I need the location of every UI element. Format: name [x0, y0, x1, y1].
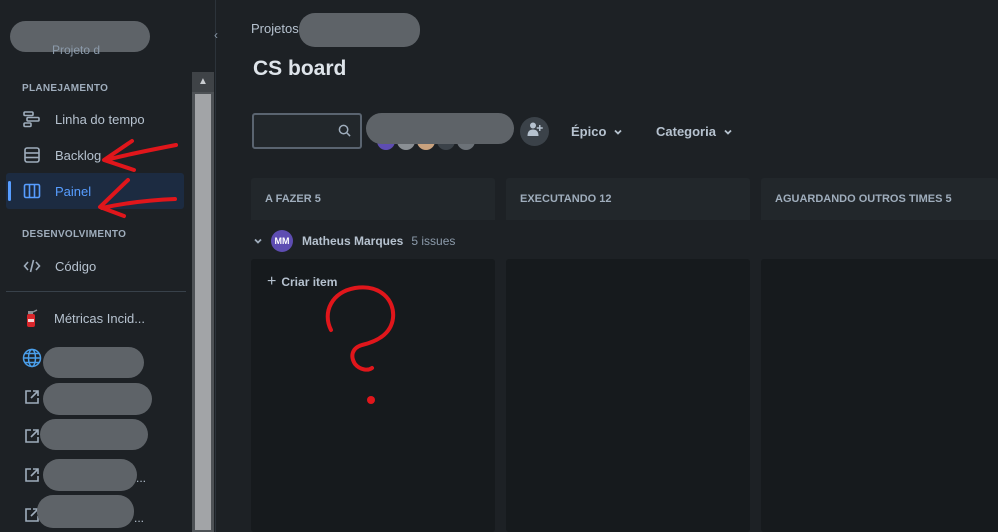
board-icon	[22, 181, 42, 201]
truncation-ellipsis: ...	[134, 511, 145, 525]
column-header-waiting[interactable]: AGUARDANDO OUTROS TIMES 5	[761, 178, 998, 220]
timeline-icon	[22, 109, 42, 129]
create-item-label: Criar item	[281, 275, 338, 289]
add-user-icon	[527, 121, 543, 142]
external-link-icon	[22, 465, 42, 485]
column-body-waiting	[761, 259, 998, 532]
chevron-down-icon[interactable]	[253, 236, 263, 246]
section-planning: PLANEJAMENTO	[22, 83, 109, 94]
add-people-button[interactable]	[520, 117, 549, 146]
sidebar-item-label: Código	[55, 258, 97, 274]
chevron-down-icon	[724, 129, 732, 135]
filter-epic-label: Épico	[571, 124, 607, 139]
sidebar-item-board[interactable]: Painel	[6, 173, 184, 209]
filter-category-label: Categoria	[656, 124, 716, 139]
sidebar-item-label: Métricas Incid...	[54, 310, 146, 326]
avatar: MM	[271, 230, 293, 252]
sidebar-item-label: Backlog	[55, 147, 102, 163]
truncation-ellipsis: ...	[136, 471, 147, 485]
search-icon	[338, 124, 352, 138]
scrollbar-thumb[interactable]	[195, 94, 211, 530]
redacted-link	[40, 419, 148, 450]
filter-epic[interactable]: Épico	[571, 124, 623, 139]
scroll-up-arrow-icon[interactable]: ▲	[192, 72, 214, 92]
redacted-link	[43, 459, 137, 491]
chevron-down-icon	[614, 129, 623, 135]
external-link-icon	[22, 426, 42, 446]
main-content: Projetos CS board Épico Categoria A FAZE…	[217, 0, 998, 532]
code-icon	[22, 256, 42, 276]
globe-icon	[22, 348, 42, 368]
breadcrumb[interactable]: Projetos	[251, 21, 299, 36]
swimlane-assignee: Matheus Marques	[302, 234, 404, 248]
fire-extinguisher-icon	[21, 308, 41, 328]
breadcrumb-projects[interactable]: Projetos	[251, 21, 299, 36]
section-development: DESENVOLVIMENTO	[22, 229, 127, 240]
sidebar-item-metrics[interactable]: Métricas Incid...	[6, 300, 184, 336]
column-body-todo	[251, 259, 495, 532]
sidebar-divider	[6, 291, 186, 292]
column-header-todo[interactable]: A FAZER 5	[251, 178, 495, 220]
external-link-icon	[22, 387, 42, 407]
create-item-button[interactable]: + Criar item	[267, 273, 337, 291]
column-body-in-progress	[506, 259, 750, 532]
page-title: CS board	[253, 57, 347, 80]
sidebar-item-timeline[interactable]: Linha do tempo	[6, 101, 184, 137]
filter-category[interactable]: Categoria	[656, 124, 733, 139]
redacted-link	[43, 383, 152, 415]
sidebar-item-label: Linha do tempo	[55, 111, 145, 127]
sidebar: Projeto d ‹ PLANEJAMENTO Linha do tempo …	[0, 0, 218, 532]
column-header-in-progress[interactable]: EXECUTANDO 12	[506, 178, 750, 220]
backlog-icon	[22, 145, 42, 165]
project-type-label: Projeto d	[52, 43, 101, 57]
swimlane-header[interactable]: MM Matheus Marques 5 issues	[253, 230, 455, 252]
sidebar-item-code[interactable]: Código	[6, 248, 184, 284]
redacted-breadcrumb	[299, 13, 420, 47]
sidebar-item-backlog[interactable]: Backlog	[6, 137, 184, 173]
redacted-avatars	[366, 113, 514, 144]
sidebar-scrollbar[interactable]: ▲	[192, 72, 214, 532]
plus-icon: +	[267, 273, 277, 290]
search-input[interactable]	[252, 113, 362, 149]
sidebar-item-label: Painel	[55, 183, 92, 199]
redacted-link	[43, 347, 144, 378]
swimlane-issue-count: 5 issues	[411, 234, 456, 248]
redacted-link	[37, 495, 134, 528]
